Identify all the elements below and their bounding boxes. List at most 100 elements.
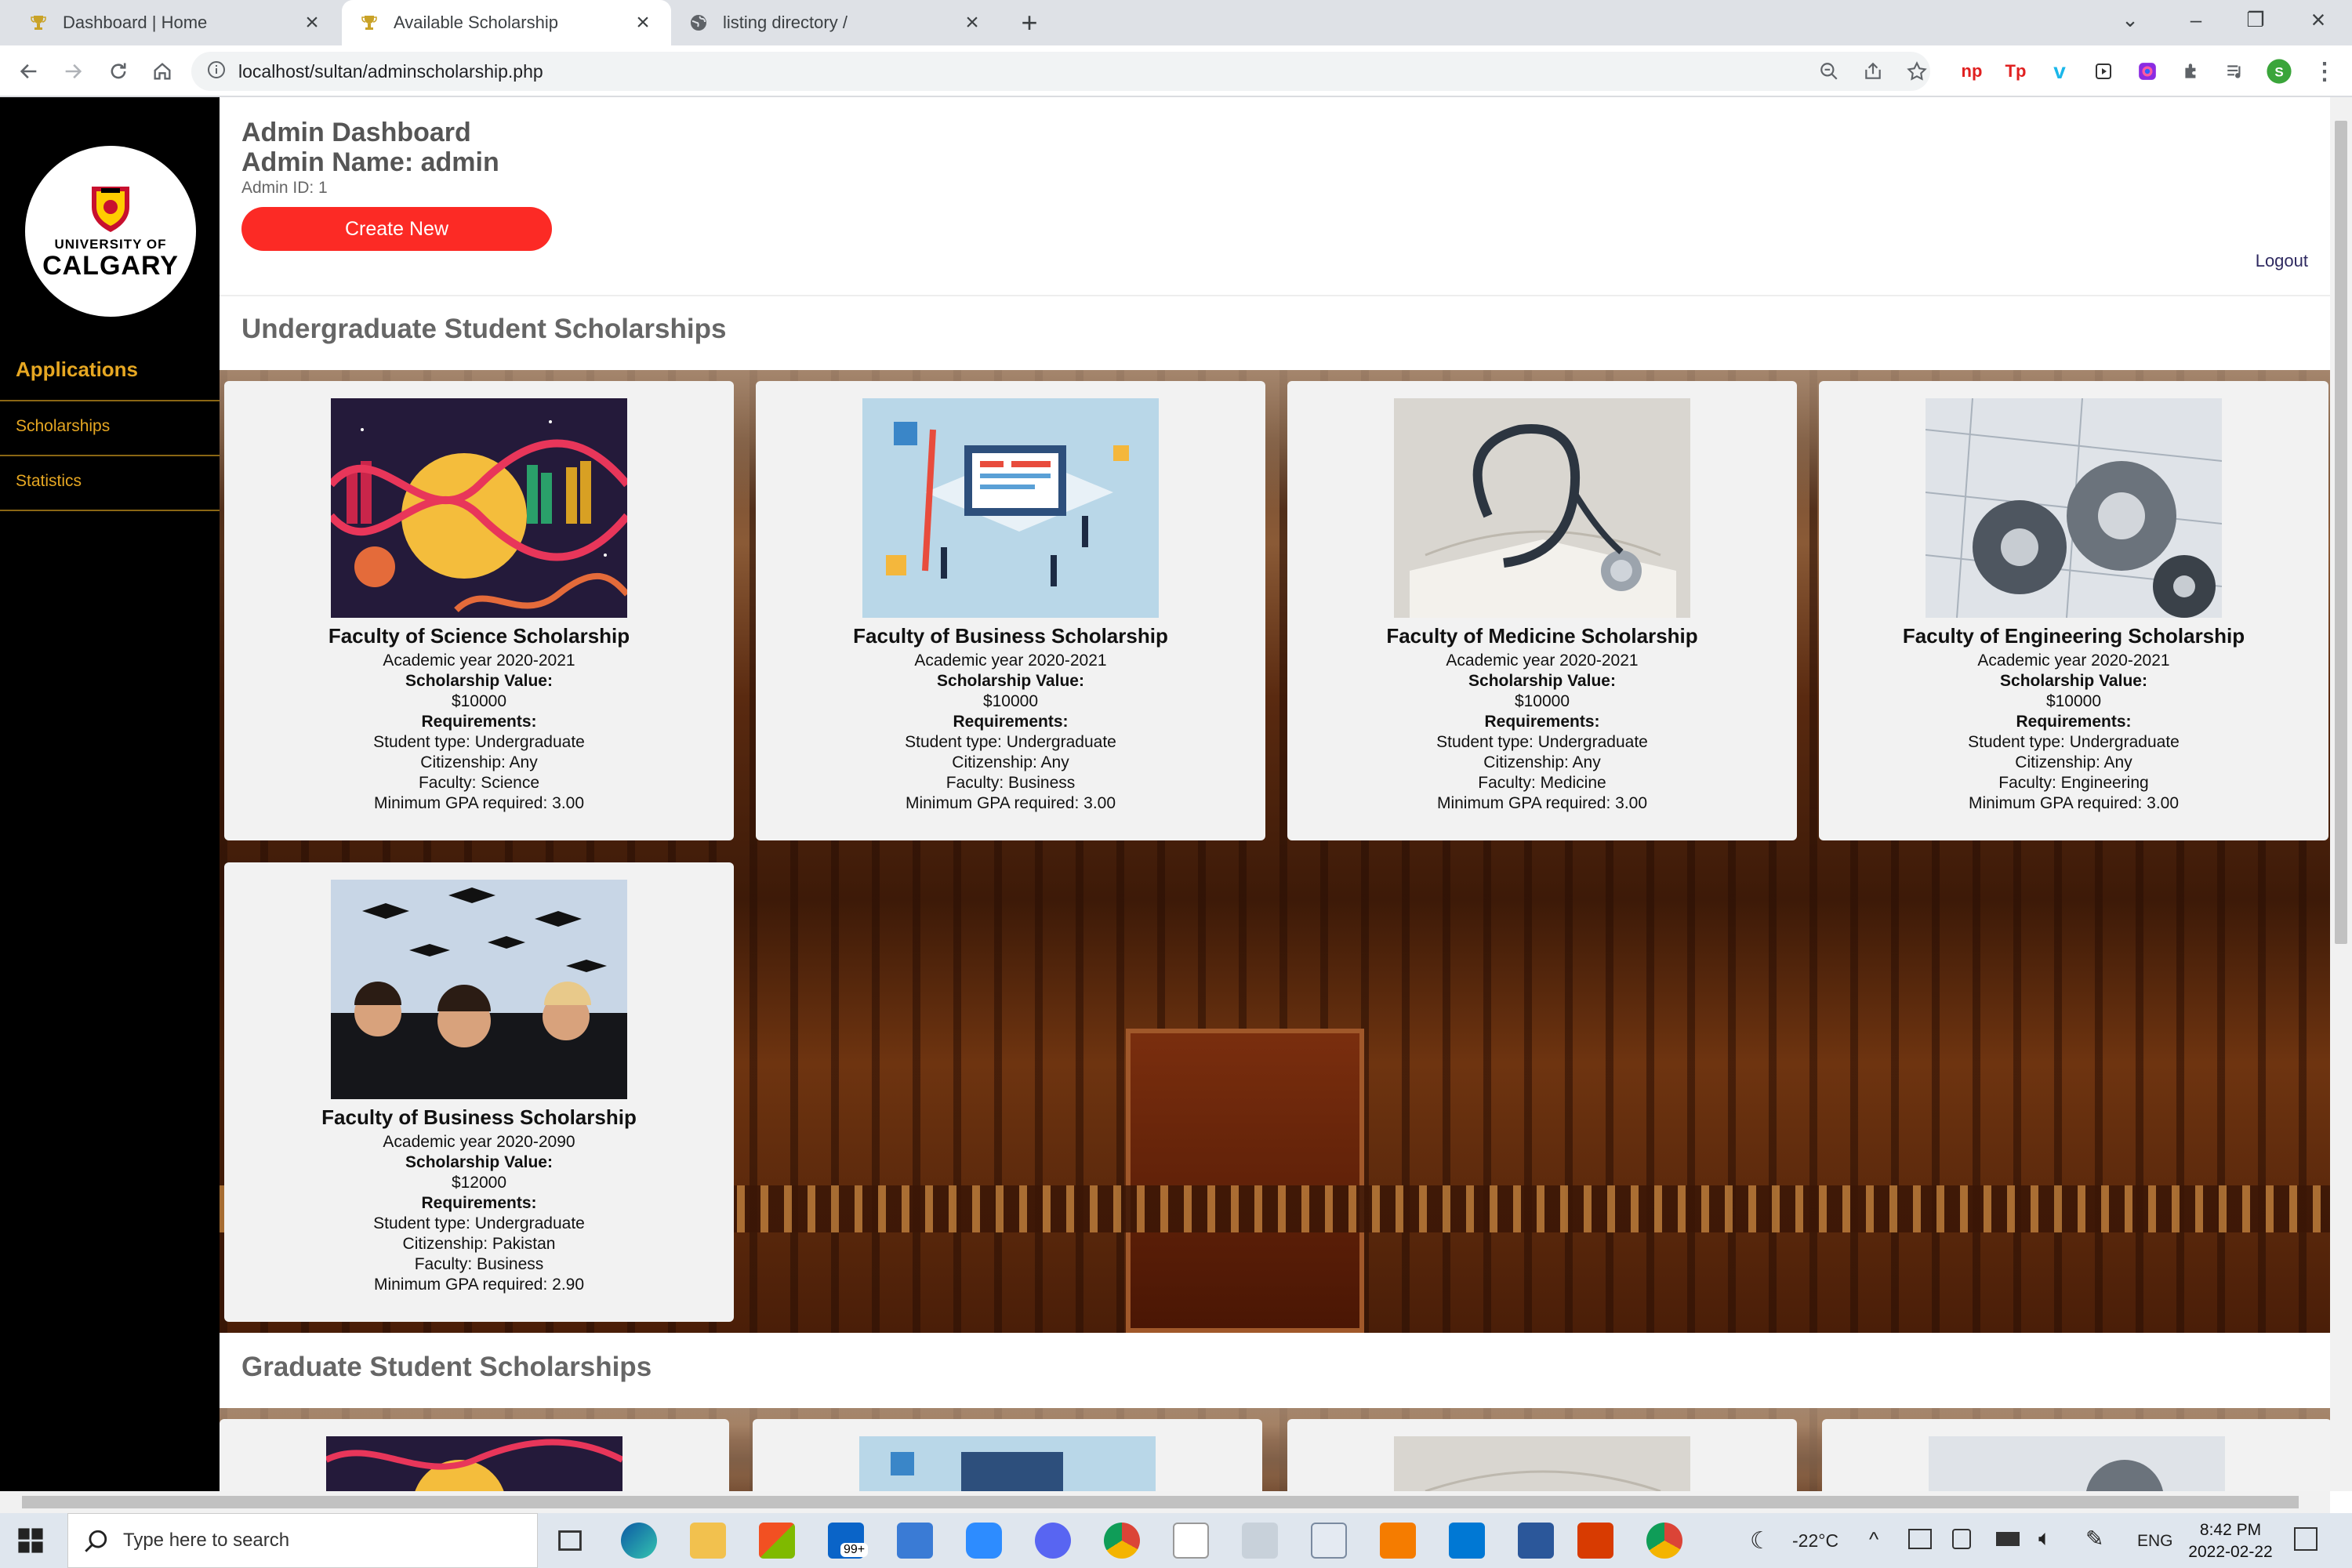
value-label: Scholarship Value: xyxy=(405,672,553,690)
temperature[interactable]: -22°C xyxy=(1792,1530,1838,1552)
vertical-scrollbar[interactable] xyxy=(2330,97,2352,1491)
language-indicator[interactable]: ENG xyxy=(2137,1532,2173,1551)
academic-year: Academic year 2020-2021 xyxy=(383,652,575,670)
tp-extension-icon[interactable]: Tp xyxy=(2001,56,2031,86)
forward-icon[interactable] xyxy=(55,53,91,89)
student-type: Student type: Undergraduate xyxy=(905,733,1116,751)
back-icon[interactable] xyxy=(11,53,47,89)
minimize-icon[interactable]: – xyxy=(2169,0,2223,39)
faculty: Faculty: Science xyxy=(418,774,540,792)
scholarship-card[interactable]: Faculty of Science Scholarship Academic … xyxy=(224,381,734,840)
scholarship-card[interactable]: Faculty of Medicine Scholarship Academic… xyxy=(1287,381,1797,840)
media-extension-icon[interactable] xyxy=(2089,56,2118,86)
sidebar-item-scholarships[interactable]: Scholarships xyxy=(16,417,110,436)
clock[interactable]: 8:42 PM 2022-02-22 xyxy=(2172,1519,2289,1563)
microsoft-store-icon[interactable] xyxy=(759,1523,795,1559)
share-icon[interactable] xyxy=(1858,56,1888,86)
profile-avatar-icon[interactable]: S xyxy=(2264,56,2294,86)
windows-taskbar: Type here to search 99+ ☾ -22°C ^ 🔈︎ ✎ E… xyxy=(0,1513,2352,1568)
kebab-menu-icon[interactable]: ⋮ xyxy=(2310,56,2339,86)
zoom-icon[interactable] xyxy=(1814,56,1844,86)
create-new-button[interactable]: Create New xyxy=(241,207,552,251)
volume-icon[interactable]: 🔈︎ xyxy=(2038,1526,2052,1552)
tab-listing-directory[interactable]: listing directory / × xyxy=(671,0,1000,45)
tray-icon[interactable] xyxy=(1908,1529,1932,1549)
card-details: Academic year 2020-2021 Scholarship Valu… xyxy=(1287,651,1797,814)
discord-icon[interactable] xyxy=(1035,1523,1071,1559)
edge-icon[interactable] xyxy=(621,1523,657,1559)
xampp-icon[interactable] xyxy=(1380,1523,1416,1559)
zoom-app-icon[interactable] xyxy=(966,1523,1002,1559)
grad-section-title: Graduate Student Scholarships xyxy=(241,1352,652,1382)
scholarship-card[interactable]: Faculty of Business Scholarship Academic… xyxy=(224,862,734,1322)
address-bar[interactable]: localhost/sultan/adminscholarship.php xyxy=(191,52,1930,91)
scholarship-card-partial[interactable] xyxy=(753,1419,1262,1491)
scrollbar-thumb[interactable] xyxy=(22,1496,2299,1508)
chevron-up-icon[interactable]: ^ xyxy=(1869,1527,1878,1552)
globe-icon xyxy=(688,13,709,33)
academic-year: Academic year 2020-2090 xyxy=(383,1133,575,1151)
undergrad-section-title: Undergraduate Student Scholarships xyxy=(241,314,727,344)
restore-icon[interactable]: ❐ xyxy=(2228,0,2283,39)
tab-search-chevron-icon[interactable]: ⌄ xyxy=(2103,0,2158,39)
tab-dashboard-home[interactable]: Dashboard | Home × xyxy=(11,0,340,45)
notepad-icon[interactable] xyxy=(1173,1523,1209,1559)
home-icon[interactable] xyxy=(144,53,180,89)
new-tab-button[interactable]: + xyxy=(1002,0,1057,45)
card-title: Faculty of Business Scholarship xyxy=(321,1105,637,1129)
vimeo-extension-icon[interactable]: v xyxy=(2045,56,2074,86)
university-logo[interactable]: UNIVERSITY OF CALGARY xyxy=(25,146,196,317)
info-icon[interactable] xyxy=(207,60,226,83)
chrome-icon[interactable] xyxy=(1104,1523,1140,1559)
word-icon[interactable] xyxy=(1518,1523,1554,1559)
card-title: Faculty of Medicine Scholarship xyxy=(1386,624,1698,648)
gears-blueprint-image xyxy=(1929,1436,2225,1491)
scholarship-card-partial[interactable] xyxy=(1287,1419,1797,1491)
office-icon[interactable] xyxy=(1577,1523,1613,1559)
taskbar-search-input[interactable]: Type here to search xyxy=(67,1513,538,1568)
scholarship-card-partial[interactable] xyxy=(220,1419,729,1491)
media-queue-icon[interactable] xyxy=(2220,56,2250,86)
np-extension-icon[interactable]: np xyxy=(1957,56,1987,86)
sidebar-heading-applications[interactable]: Applications xyxy=(16,358,138,382)
horizontal-scrollbar[interactable] xyxy=(0,1491,2330,1513)
value-label: Scholarship Value: xyxy=(937,672,1084,690)
reload-icon[interactable] xyxy=(100,53,136,89)
windows-start-icon[interactable] xyxy=(17,1527,44,1558)
bookmark-star-icon[interactable] xyxy=(1902,56,1932,86)
close-icon[interactable]: × xyxy=(632,11,654,34)
remote-desktop-icon[interactable] xyxy=(1242,1523,1278,1559)
value-label: Scholarship Value: xyxy=(405,1153,553,1171)
sidebar-item-statistics[interactable]: Statistics xyxy=(16,472,82,491)
extensions-puzzle-icon[interactable] xyxy=(2176,56,2206,86)
notifications-icon[interactable] xyxy=(2294,1527,2318,1551)
pen-icon[interactable]: ✎ xyxy=(2085,1526,2103,1552)
chrome-profile-icon[interactable] xyxy=(1646,1523,1682,1559)
battery-icon[interactable] xyxy=(1996,1532,2020,1546)
window-close-icon[interactable]: × xyxy=(2291,0,2346,39)
weather-moon-icon[interactable]: ☾ xyxy=(1750,1527,1771,1555)
scholarship-card[interactable]: Faculty of Business Scholarship Academic… xyxy=(756,381,1265,840)
close-icon[interactable]: × xyxy=(961,11,983,34)
scrollbar-thumb[interactable] xyxy=(2335,121,2347,944)
logout-link[interactable]: Logout xyxy=(2256,251,2308,271)
vscode-icon[interactable] xyxy=(1449,1523,1485,1559)
requirements-label: Requirements: xyxy=(953,713,1069,731)
close-icon[interactable]: × xyxy=(301,11,323,34)
card-title: Faculty of Science Scholarship xyxy=(328,624,630,648)
color-extension-icon[interactable] xyxy=(2132,56,2162,86)
mail-icon[interactable]: 99+ xyxy=(828,1523,869,1559)
ssh-app-icon[interactable] xyxy=(897,1523,933,1559)
citizenship: Citizenship: Any xyxy=(1483,753,1601,771)
tab-title: listing directory / xyxy=(723,13,848,32)
document-viewer-icon[interactable] xyxy=(1311,1523,1347,1559)
tab-available-scholarship[interactable]: Available Scholarship × xyxy=(342,0,671,45)
divider xyxy=(0,455,220,456)
task-view-icon[interactable] xyxy=(552,1523,588,1559)
tray-icon[interactable] xyxy=(1952,1529,1971,1549)
scholarship-card[interactable]: Faculty of Engineering Scholarship Acade… xyxy=(1819,381,2328,840)
file-explorer-icon[interactable] xyxy=(690,1523,726,1559)
scholarship-card-partial[interactable] xyxy=(1822,1419,2330,1491)
value-label: Scholarship Value: xyxy=(1468,672,1616,690)
time: 8:42 PM xyxy=(2199,1521,2262,1539)
